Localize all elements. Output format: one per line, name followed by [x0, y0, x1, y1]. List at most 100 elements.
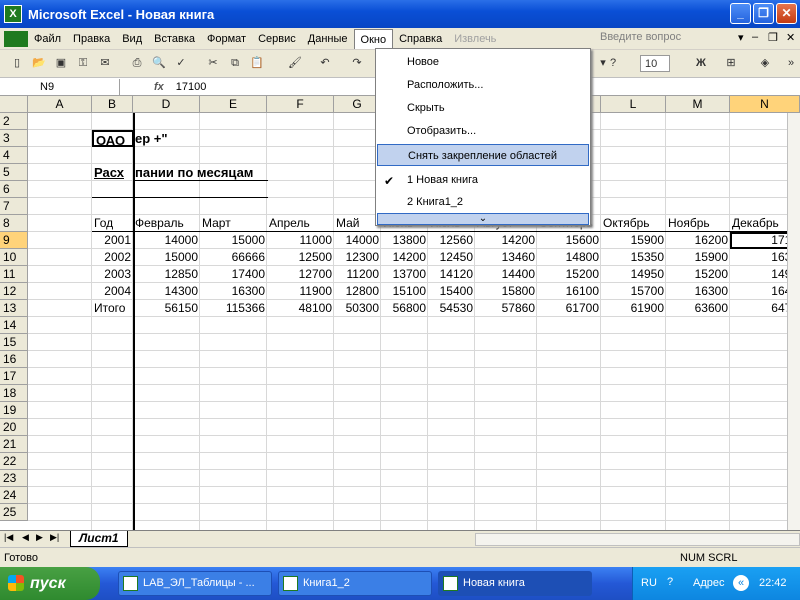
spelling-icon[interactable]: ✓: [172, 55, 190, 72]
data-cell[interactable]: 11000: [267, 232, 334, 249]
task-new-book[interactable]: Новая книга: [438, 571, 592, 596]
undo-icon[interactable]: ↶: [316, 55, 334, 72]
data-cell[interactable]: 12850: [133, 266, 200, 283]
doc-restore-icon[interactable]: ❐: [768, 31, 778, 44]
row-header[interactable]: 14: [0, 317, 28, 334]
horizontal-scrollbar[interactable]: [475, 533, 800, 546]
data-cell[interactable]: 2001: [92, 232, 133, 249]
data-cell[interactable]: 16200: [666, 232, 730, 249]
data-cell[interactable]: 12560: [428, 232, 475, 249]
data-cell[interactable]: 66666: [200, 249, 267, 266]
borders-icon[interactable]: ⊞: [722, 55, 740, 72]
data-cell[interactable]: 48100: [267, 300, 334, 317]
bold-button[interactable]: Ж: [692, 55, 710, 72]
tab-prev-icon[interactable]: ◀: [22, 532, 29, 543]
data-cell[interactable]: 13460: [475, 249, 537, 266]
row-header[interactable]: 24: [0, 487, 28, 504]
minimize-button[interactable]: _: [730, 3, 751, 24]
data-cell[interactable]: 11900: [267, 283, 334, 300]
data-cell[interactable]: 16300: [200, 283, 267, 300]
row-header[interactable]: 2: [0, 113, 28, 130]
row-header[interactable]: 11: [0, 266, 28, 283]
data-cell[interactable]: 15900: [666, 249, 730, 266]
name-box[interactable]: N9: [0, 78, 120, 95]
menu-view[interactable]: Вид: [116, 29, 148, 49]
menu-extract[interactable]: Извлечь: [448, 29, 502, 49]
column-header[interactable]: L: [601, 96, 666, 113]
menu-insert[interactable]: Вставка: [148, 29, 201, 49]
tab-first-icon[interactable]: |◀: [4, 532, 13, 543]
menu-expand-icon[interactable]: ⌄: [377, 213, 589, 225]
data-cell[interactable]: 15000: [133, 249, 200, 266]
redo-icon[interactable]: ↷: [348, 55, 366, 72]
header-cell[interactable]: Год: [94, 215, 133, 232]
ask-dropdown-icon[interactable]: ▾: [738, 31, 744, 44]
header-cell[interactable]: Апрель: [269, 215, 334, 232]
doc-icon[interactable]: [4, 30, 28, 47]
row-header[interactable]: 8: [0, 215, 28, 232]
new-icon[interactable]: ▯: [8, 55, 26, 72]
column-header[interactable]: G: [334, 96, 381, 113]
data-cell[interactable]: 16300: [666, 283, 730, 300]
data-cell[interactable]: 14950: [601, 266, 666, 283]
go-icon[interactable]: «: [733, 575, 749, 591]
row-header[interactable]: 25: [0, 504, 28, 521]
data-cell[interactable]: 17400: [200, 266, 267, 283]
preview-icon[interactable]: 🔍: [150, 55, 168, 72]
data-cell[interactable]: 57860: [475, 300, 537, 317]
row-header[interactable]: 3: [0, 130, 28, 147]
vertical-scrollbar[interactable]: [787, 113, 800, 530]
row-header[interactable]: 13: [0, 300, 28, 317]
data-cell[interactable]: 56150: [133, 300, 200, 317]
data-cell[interactable]: 2002: [92, 249, 133, 266]
formula-input[interactable]: 17100: [176, 81, 207, 93]
tab-next-icon[interactable]: ▶: [36, 532, 43, 543]
data-cell[interactable]: 15200: [666, 266, 730, 283]
menu-tools[interactable]: Сервис: [252, 29, 302, 49]
format-painter-icon[interactable]: 🖌: [286, 55, 304, 72]
tab-last-icon[interactable]: ▶|: [50, 532, 59, 543]
copy-icon[interactable]: ⧉: [226, 55, 244, 72]
data-cell[interactable]: 12800: [334, 283, 381, 300]
data-cell[interactable]: 14400: [475, 266, 537, 283]
data-cell[interactable]: 15000: [200, 232, 267, 249]
data-cell[interactable]: 12700: [267, 266, 334, 283]
row-header[interactable]: 10: [0, 249, 28, 266]
menu-item-unfreeze-panes[interactable]: Снять закрепление областей: [377, 144, 589, 166]
row-header[interactable]: 22: [0, 453, 28, 470]
row-header[interactable]: 5: [0, 164, 28, 181]
data-cell[interactable]: 13700: [381, 266, 428, 283]
data-cell[interactable]: 63600: [666, 300, 730, 317]
column-header[interactable]: D: [133, 96, 200, 113]
header-cell[interactable]: Февраль: [135, 215, 200, 232]
menu-window[interactable]: Окно: [353, 28, 394, 49]
column-header[interactable]: M: [666, 96, 730, 113]
open-icon[interactable]: 📂: [30, 55, 48, 72]
row-header[interactable]: 15: [0, 334, 28, 351]
header-cell[interactable]: Октябрь: [603, 215, 666, 232]
menu-item-hide[interactable]: Скрыть: [377, 97, 589, 119]
menu-edit[interactable]: Правка: [67, 29, 116, 49]
row-header[interactable]: 9: [0, 232, 28, 249]
menu-item-unhide[interactable]: Отобразить...: [377, 120, 589, 142]
permission-icon[interactable]: ⚿: [74, 55, 92, 72]
menu-item-new-window[interactable]: Новое: [377, 51, 589, 73]
data-cell[interactable]: 14200: [475, 232, 537, 249]
row-header[interactable]: 17: [0, 368, 28, 385]
menu-format[interactable]: Формат: [201, 29, 252, 49]
data-cell[interactable]: 61900: [601, 300, 666, 317]
menu-help[interactable]: Справка: [393, 29, 448, 49]
task-lab-doc[interactable]: LAB_ЭЛ_Таблицы - ...: [118, 571, 272, 596]
doc-minimize-icon[interactable]: –: [752, 31, 758, 43]
header-cell[interactable]: Ноябрь: [668, 215, 730, 232]
language-indicator[interactable]: RU: [641, 577, 657, 589]
email-icon[interactable]: ✉: [96, 55, 114, 72]
data-cell[interactable]: 15900: [601, 232, 666, 249]
tray-help-icon[interactable]: ?: [667, 576, 673, 588]
row-header[interactable]: 12: [0, 283, 28, 300]
data-cell[interactable]: 15350: [601, 249, 666, 266]
row-header[interactable]: 23: [0, 470, 28, 487]
cut-icon[interactable]: ✂: [204, 55, 222, 72]
fill-color-icon[interactable]: ◈: [756, 55, 774, 72]
data-cell[interactable]: 2004: [92, 283, 133, 300]
